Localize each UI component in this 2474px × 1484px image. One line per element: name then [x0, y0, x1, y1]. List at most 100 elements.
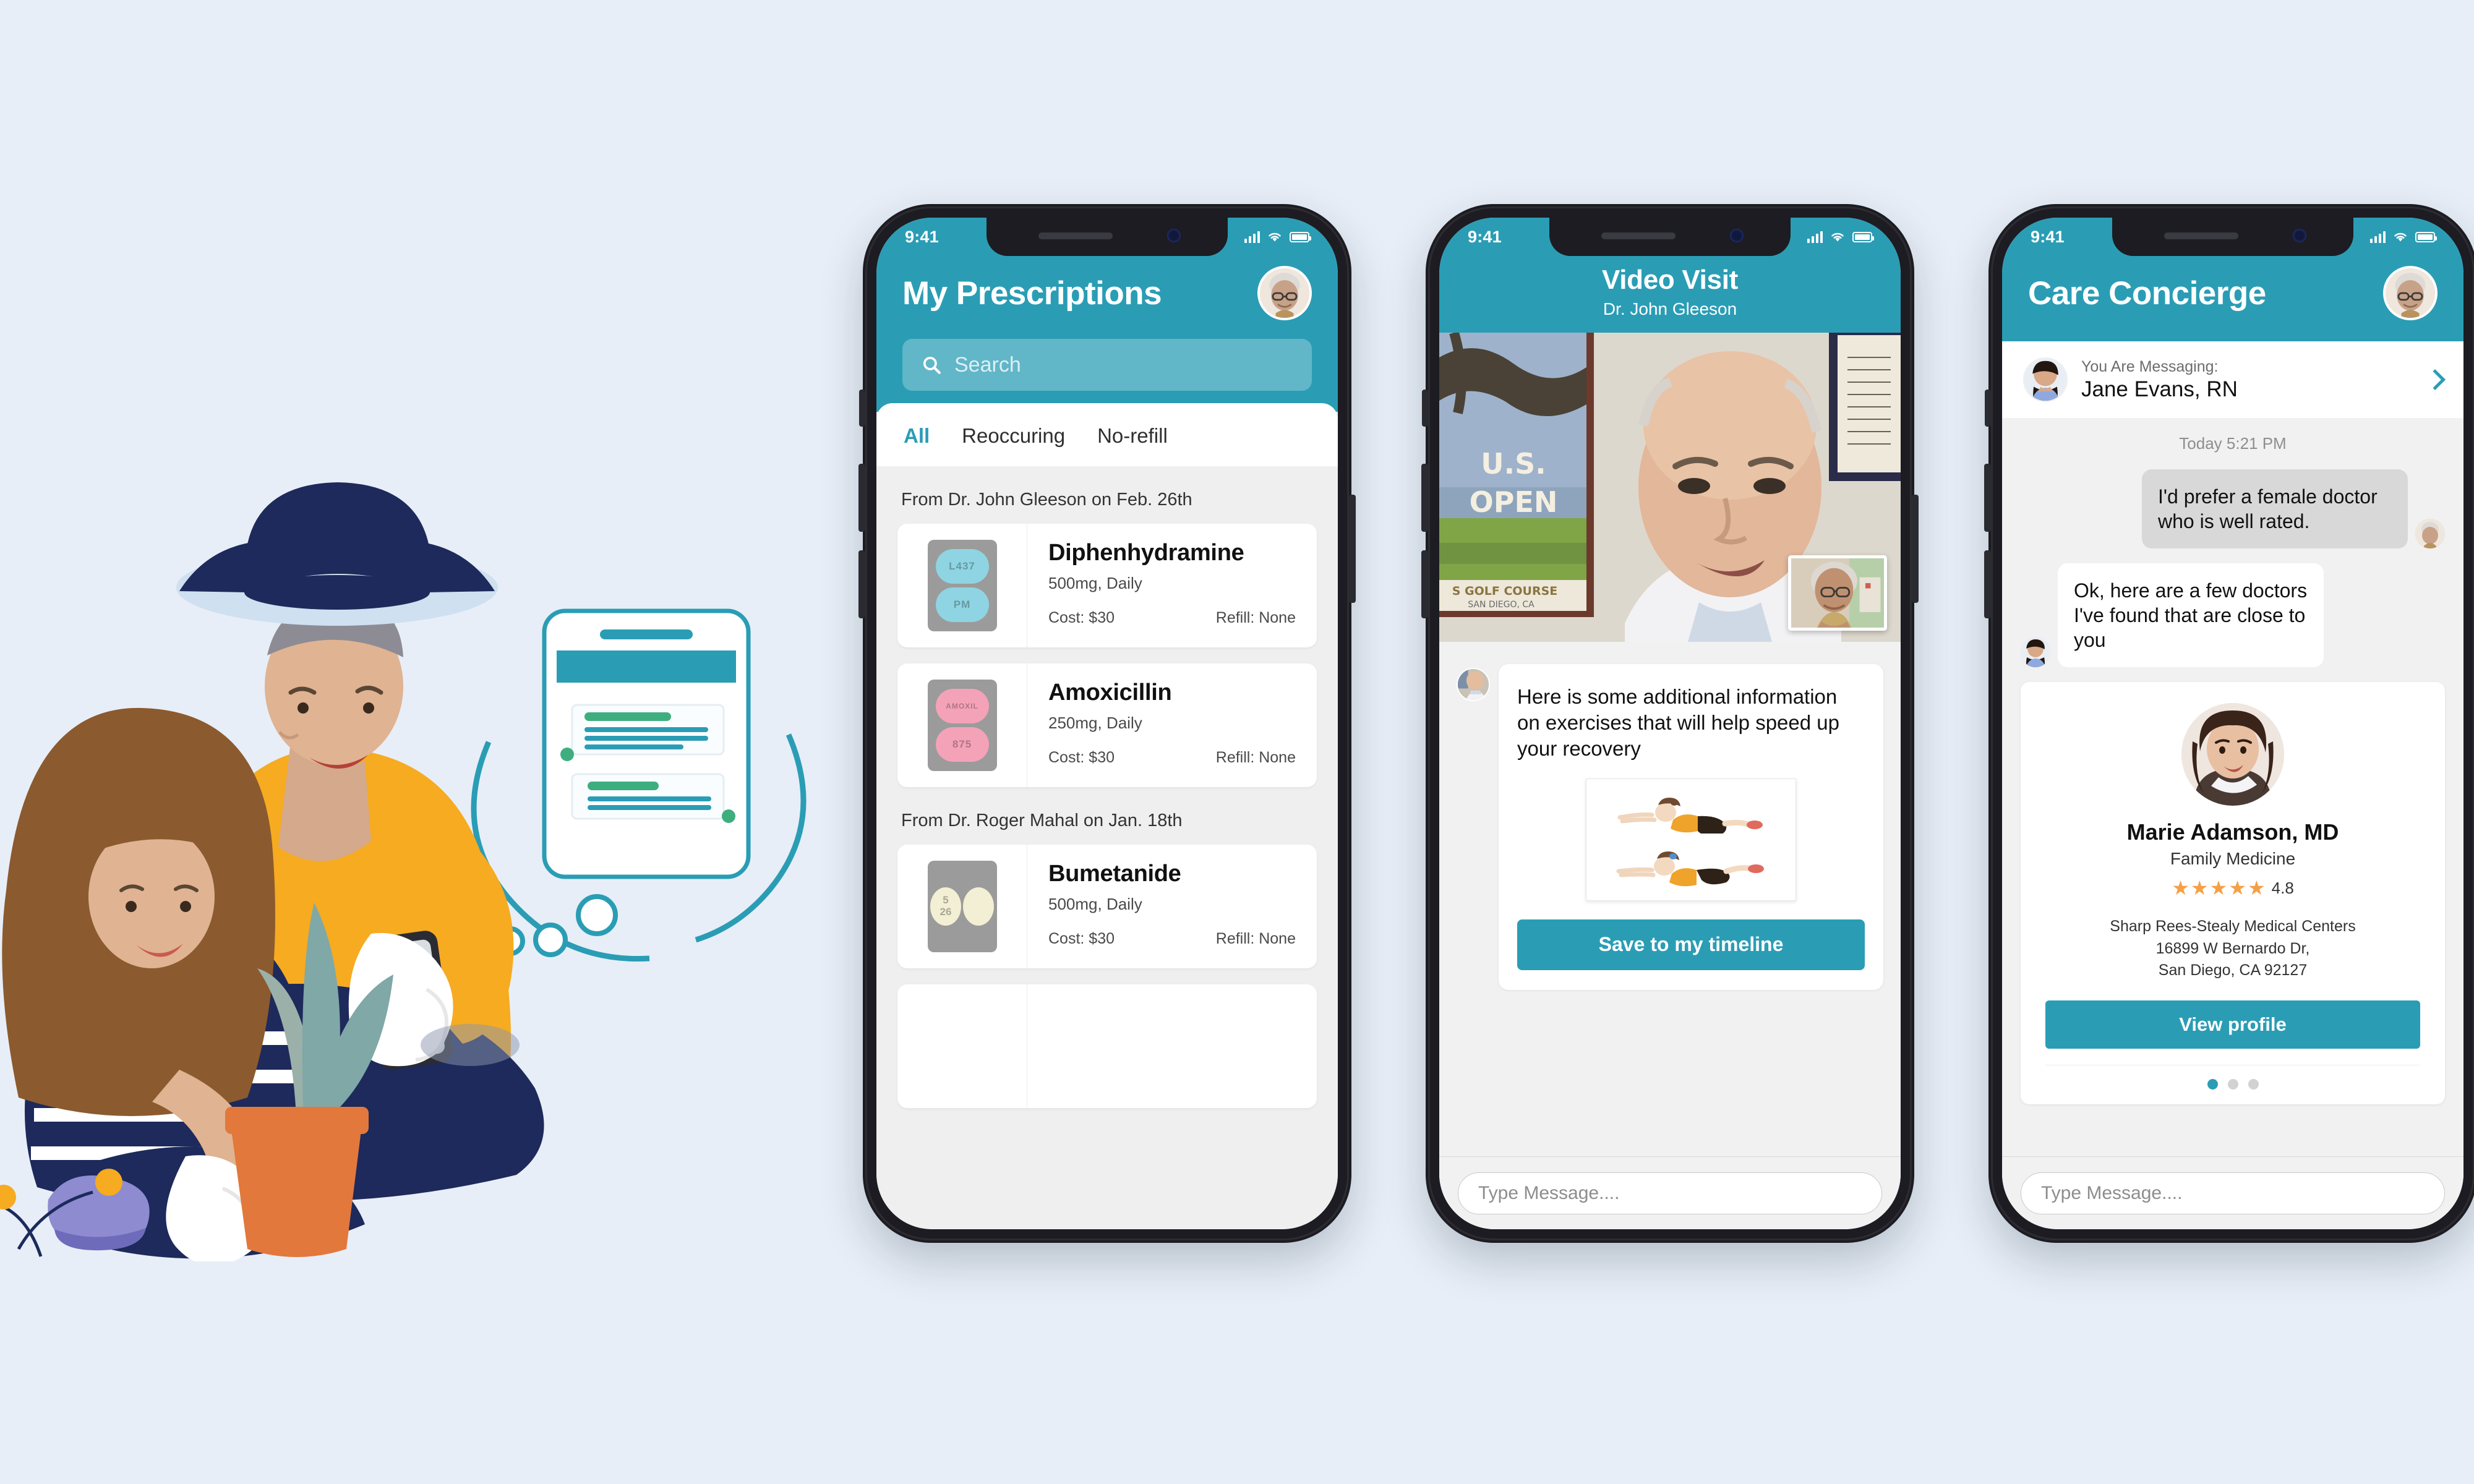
carousel-dot-2[interactable]	[2227, 1078, 2238, 1090]
exercise-pose-1	[1617, 798, 1763, 834]
page-root: 9:41 My Prescriptions Search All Reoccur…	[0, 0, 2474, 1484]
carousel-dot-1[interactable]	[2207, 1078, 2218, 1090]
picture-in-picture-self-view[interactable]	[1788, 555, 1887, 631]
svg-text:S GOLF COURSE: S GOLF COURSE	[1452, 584, 1558, 598]
screen-video-visit: 9:41 Video Visit Dr. John Gleeson U.S. O…	[1439, 218, 1901, 1229]
search-icon	[923, 356, 941, 374]
video-stream[interactable]: U.S. OPEN S GOLF COURSE SAN DIEGO, CA	[1439, 333, 1901, 642]
phone-prescriptions: 9:41 My Prescriptions Search All Reoccur…	[858, 204, 1356, 1243]
doctor-result-card[interactable]: Marie Adamson, MD Family Medicine ★★★★★ …	[2021, 682, 2445, 1104]
pill-imprint-top: AMOXIL	[935, 689, 989, 723]
medication-cost: Cost: $30	[1048, 930, 1115, 947]
doctor-name: Marie Adamson, MD	[2126, 819, 2339, 845]
status-bar: 9:41	[876, 218, 1338, 256]
phone-care-concierge: 9:41 Care Concierge You Are Messaging: J…	[1984, 204, 2474, 1243]
medication-cost: Cost: $30	[1048, 749, 1115, 766]
pill-thumbnail: AMOXIL 875	[897, 663, 1027, 787]
tab-all[interactable]: All	[904, 424, 930, 448]
pill-thumbnail: 5 26	[897, 845, 1027, 968]
page-title: My Prescriptions	[902, 275, 1162, 312]
status-time: 9:41	[1468, 227, 1502, 246]
search-placeholder: Search	[954, 352, 1021, 377]
pill-imprint-top: L437	[935, 549, 989, 584]
volume-down-button[interactable]	[858, 550, 865, 618]
save-to-timeline-button[interactable]: Save to my timeline	[1517, 919, 1865, 970]
page-title: Care Concierge	[2028, 275, 2266, 312]
address-line-1: 16899 W Bernardo Dr,	[2155, 939, 2310, 957]
signal-bars-icon	[1244, 231, 1260, 243]
volume-up-button[interactable]	[1421, 464, 1428, 532]
status-bar: 9:41	[1439, 218, 1901, 256]
prescription-row[interactable]: 5 26 Bumetanide 500mg, Daily Cost: $30 R…	[897, 845, 1317, 968]
prescription-row-partial[interactable]	[897, 984, 1317, 1108]
practice-name: Sharp Rees-Stealy Medical Centers	[2110, 918, 2356, 935]
message-bubble-nurse: Ok, here are a few doctors I've found th…	[2058, 563, 2324, 667]
mute-switch[interactable]	[1985, 390, 1991, 427]
message-input[interactable]: Type Message....	[2021, 1172, 2445, 1214]
message-composer: Type Message....	[2002, 1156, 2463, 1229]
messaging-label: You Are Messaging:	[2081, 357, 2219, 375]
pill-thumbnail	[897, 984, 1027, 1108]
signal-bars-icon	[1807, 231, 1823, 243]
avatar[interactable]	[1257, 266, 1312, 320]
svg-text:SAN DIEGO, CA: SAN DIEGO, CA	[1468, 600, 1534, 610]
pill-second	[963, 887, 994, 926]
conversation[interactable]: Today 5:21 PM I'd prefer a female doctor…	[2002, 418, 2463, 1229]
medication-name: Diphenhydramine	[1048, 540, 1244, 566]
avatar[interactable]	[2383, 266, 2438, 320]
screen-prescriptions: 9:41 My Prescriptions Search All Reoccur…	[876, 218, 1338, 1229]
carousel-dots[interactable]	[2045, 1064, 2420, 1104]
message-bubble-user: I'd prefer a female doctor who is well r…	[2142, 469, 2408, 548]
carousel-dot-3[interactable]	[2248, 1078, 2259, 1090]
medication-name: Bumetanide	[1048, 861, 1181, 887]
medication-dose: 250mg, Daily	[1048, 714, 1142, 732]
volume-down-button[interactable]	[1421, 550, 1428, 618]
volume-up-button[interactable]	[858, 464, 865, 532]
power-button[interactable]	[1349, 495, 1356, 603]
exercise-illustration[interactable]	[1586, 778, 1796, 901]
messaging-with-header[interactable]: You Are Messaging: Jane Evans, RN	[2002, 341, 2463, 418]
battery-icon	[1852, 231, 1874, 242]
battery-icon	[1290, 231, 1311, 242]
medication-refill: Refill: None	[1215, 930, 1296, 947]
doctor-name: Dr. John Gleeson	[1603, 299, 1737, 318]
prescription-row[interactable]: L437 PM Diphenhydramine 500mg, Daily Cos…	[897, 524, 1317, 647]
status-time: 9:41	[905, 227, 939, 246]
volume-down-button[interactable]	[1984, 550, 1991, 618]
rating-value: 4.8	[2271, 878, 2294, 897]
group-label: From Dr. John Gleeson on Feb. 26th	[901, 490, 1192, 510]
doctor-avatar	[1457, 668, 1490, 701]
address-line-2: San Diego, CA 92127	[2158, 962, 2308, 979]
pill-imprint-bottom: PM	[935, 587, 989, 622]
rating: ★★★★★ 4.8	[2045, 876, 2420, 900]
battery-icon	[2415, 231, 2437, 242]
mute-switch[interactable]	[859, 390, 865, 427]
view-profile-button[interactable]: View profile	[2045, 1000, 2420, 1049]
user-avatar	[2415, 519, 2445, 548]
search-input[interactable]: Search	[902, 339, 1312, 391]
medication-refill: Refill: None	[1215, 609, 1296, 626]
prescription-row[interactable]: AMOXIL 875 Amoxicillin 250mg, Daily Cost…	[897, 663, 1317, 787]
svg-text:U.S.: U.S.	[1481, 447, 1546, 480]
prescription-list[interactable]: From Dr. John Gleeson on Feb. 26th L437 …	[876, 466, 1338, 1229]
message-input[interactable]: Type Message....	[1458, 1172, 1882, 1214]
doctor-photo	[2181, 703, 2284, 806]
power-button[interactable]	[1912, 495, 1919, 603]
screen-care-concierge: 9:41 Care Concierge You Are Messaging: J…	[2002, 218, 2463, 1229]
chevron-right-icon[interactable]	[2425, 369, 2446, 390]
medication-dose: 500mg, Daily	[1048, 895, 1142, 913]
doctor-specialty: Family Medicine	[2170, 849, 2296, 868]
svg-text:OPEN: OPEN	[1470, 485, 1558, 519]
mute-switch[interactable]	[1422, 390, 1428, 427]
medication-name: Amoxicillin	[1048, 680, 1172, 706]
hero-illustration	[0, 396, 823, 1261]
conversation-timestamp: Today 5:21 PM	[2179, 434, 2287, 453]
tab-reoccuring[interactable]: Reoccuring	[962, 424, 1065, 448]
pill-imprint-top: 5 26	[930, 887, 961, 926]
wifi-icon	[1831, 232, 1844, 242]
volume-up-button[interactable]	[1984, 464, 1991, 532]
group-label: From Dr. Roger Mahal on Jan. 18th	[901, 811, 1183, 830]
message-composer: Type Message....	[1439, 1156, 1901, 1229]
doctor-address: Sharp Rees-Stealy Medical Centers 16899 …	[2045, 916, 2420, 982]
tab-no-refill[interactable]: No-refill	[1097, 424, 1168, 448]
